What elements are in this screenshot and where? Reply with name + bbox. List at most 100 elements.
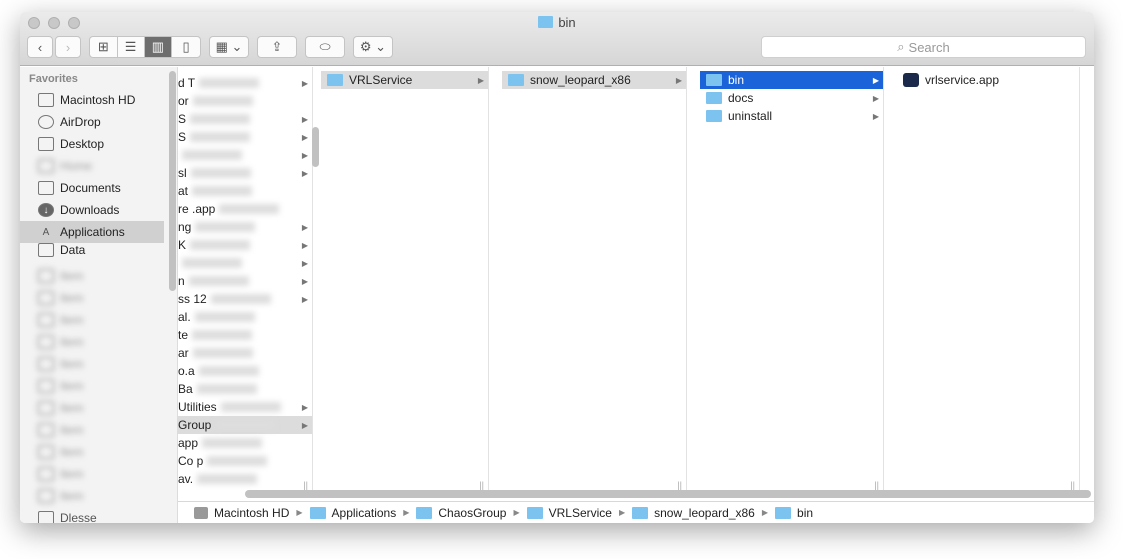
folder-icon bbox=[38, 423, 54, 437]
path-item[interactable]: ChaosGroup bbox=[416, 506, 506, 520]
disclosure-arrow-icon: ▶ bbox=[675, 75, 682, 85]
column-resize-handle[interactable]: || bbox=[677, 480, 682, 490]
column-resize-handle[interactable]: || bbox=[303, 480, 308, 490]
sidebar-item-desktop[interactable]: Desktop bbox=[20, 133, 164, 155]
folder-icon bbox=[38, 243, 54, 257]
sidebar-item-macintosh-hd[interactable]: Macintosh HD bbox=[20, 89, 164, 111]
list-item[interactable]: or bbox=[178, 92, 312, 110]
sidebar-item-hidden[interactable]: Item bbox=[20, 485, 164, 507]
item-name: ar bbox=[178, 346, 189, 360]
list-item[interactable]: Group ▶ bbox=[178, 416, 312, 434]
item-name: app bbox=[178, 436, 199, 450]
sidebar-scrollbar[interactable] bbox=[169, 71, 176, 291]
list-item[interactable]: sl ▶ bbox=[178, 164, 312, 182]
list-item[interactable]: ng ▶ bbox=[178, 218, 312, 236]
list-item[interactable]: d T ▶ bbox=[178, 74, 312, 92]
folder-icon bbox=[706, 110, 722, 122]
sidebar-item-data[interactable]: Data bbox=[20, 243, 164, 257]
list-item[interactable]: vrlservice.app bbox=[897, 71, 1079, 89]
column-resize-handle[interactable]: || bbox=[874, 480, 879, 490]
share-button[interactable]: ⇪ bbox=[257, 36, 297, 58]
path-item[interactable]: Applications bbox=[309, 505, 397, 520]
list-view-button[interactable]: ☰ bbox=[118, 37, 145, 57]
list-item[interactable]: re .app bbox=[178, 200, 312, 218]
list-item[interactable]: al. bbox=[178, 308, 312, 326]
sidebar-label: Home bbox=[60, 159, 93, 173]
search-input[interactable]: ⌕ Search bbox=[761, 36, 1086, 58]
redacted-text bbox=[207, 456, 268, 466]
sidebar-item-airdrop[interactable]: AirDrop bbox=[20, 111, 164, 133]
path-item[interactable]: bin bbox=[775, 506, 813, 520]
disclosure-arrow-icon: ▶ bbox=[872, 111, 879, 121]
sidebar-item-hidden[interactable]: Item bbox=[20, 353, 164, 375]
sidebar-item-hidden[interactable]: Item bbox=[20, 419, 164, 441]
list-item[interactable]: uninstall ▶ bbox=[700, 107, 883, 125]
back-button[interactable]: ‹ bbox=[27, 36, 53, 58]
tag-button[interactable]: ⬭ bbox=[305, 36, 345, 58]
redacted-text bbox=[190, 132, 251, 142]
action-gear-button[interactable]: ⚙ ⌄ bbox=[353, 36, 393, 58]
list-item[interactable]: K ▶ bbox=[178, 236, 312, 254]
sidebar-item-home[interactable]: Home bbox=[20, 155, 164, 177]
redacted-text bbox=[192, 348, 253, 358]
coverflow-view-button[interactable]: ▯ bbox=[172, 37, 200, 57]
redacted-text bbox=[192, 330, 253, 340]
path-item[interactable]: snow_leopard_x86 bbox=[632, 506, 755, 520]
disclosure-arrow-icon: ▶ bbox=[301, 150, 308, 160]
item-name: or bbox=[178, 94, 189, 108]
sidebar-item-downloads[interactable]: ↓ Downloads bbox=[20, 199, 164, 221]
list-item[interactable]: S ▶ bbox=[178, 128, 312, 146]
sidebar-item-hidden[interactable]: Item bbox=[20, 287, 164, 309]
sidebar-item-hidden[interactable]: Item bbox=[20, 265, 164, 287]
list-item[interactable]: Utilities ▶ bbox=[178, 398, 312, 416]
sidebar-item-applications[interactable]: A Applications bbox=[20, 221, 164, 243]
path-item[interactable]: Macintosh HD bbox=[194, 506, 289, 520]
column-resize-handle[interactable]: || bbox=[1070, 480, 1075, 490]
sidebar-item-documents[interactable]: Documents bbox=[20, 177, 164, 199]
list-item[interactable]: snow_leopard_x86 ▶ bbox=[502, 71, 686, 89]
sidebar-item-hidden[interactable]: Item bbox=[20, 375, 164, 397]
list-item[interactable]: S ▶ bbox=[178, 110, 312, 128]
path-item[interactable]: VRLService bbox=[526, 506, 612, 520]
column-vrlservice: snow_leopard_x86 ▶ || bbox=[502, 67, 687, 492]
list-item[interactable]: VRLService ▶ bbox=[321, 71, 488, 89]
sidebar-item-hidden[interactable]: Item bbox=[20, 309, 164, 331]
arrange-button[interactable]: ▦ ⌄ bbox=[209, 36, 249, 58]
list-item[interactable]: av. bbox=[178, 470, 312, 488]
list-item[interactable]: o.a bbox=[178, 362, 312, 380]
folder-icon bbox=[38, 445, 54, 459]
item-name: S bbox=[178, 112, 187, 126]
icon-view-button[interactable]: ⊞ bbox=[90, 37, 118, 57]
list-item[interactable]: ar bbox=[178, 344, 312, 362]
column-scrollbar[interactable] bbox=[312, 127, 319, 167]
sidebar-item-hidden[interactable]: Item bbox=[20, 331, 164, 353]
path-label: Applications bbox=[331, 505, 397, 520]
list-item[interactable]: n ▶ bbox=[178, 272, 312, 290]
sidebar-item-hidden[interactable]: Item bbox=[20, 397, 164, 419]
column-bin: vrlservice.app || bbox=[897, 67, 1080, 492]
path-label: snow_leopard_x86 bbox=[654, 505, 755, 520]
list-item[interactable]: Co p bbox=[178, 452, 312, 470]
list-item[interactable]: bin ▶ bbox=[700, 71, 883, 89]
sidebar-label: Item bbox=[60, 423, 84, 437]
horizontal-scrollbar[interactable] bbox=[245, 490, 1091, 498]
sidebar-item-last[interactable]: Dlesse bbox=[20, 507, 164, 523]
item-name: n bbox=[178, 274, 185, 288]
list-item[interactable]: docs ▶ bbox=[700, 89, 883, 107]
list-item[interactable]: ss 12 ▶ bbox=[178, 290, 312, 308]
forward-button[interactable]: › bbox=[55, 36, 81, 58]
column-resize-handle[interactable]: || bbox=[479, 480, 484, 490]
sidebar-item-hidden[interactable]: Item bbox=[20, 441, 164, 463]
sidebar-label: AirDrop bbox=[60, 115, 101, 129]
sidebar: Favorites Macintosh HD AirDrop Desktop H… bbox=[20, 67, 178, 523]
column-view-button[interactable]: ▥ bbox=[144, 37, 173, 57]
list-item[interactable]: at bbox=[178, 182, 312, 200]
redacted-text bbox=[196, 384, 257, 394]
sidebar-item-hidden[interactable]: Item bbox=[20, 463, 164, 485]
list-item[interactable]: Ba bbox=[178, 380, 312, 398]
list-item[interactable]: app bbox=[178, 434, 312, 452]
list-item[interactable]: ▶ bbox=[178, 146, 312, 164]
list-item[interactable]: te bbox=[178, 326, 312, 344]
redacted-text bbox=[197, 474, 258, 484]
list-item[interactable]: ▶ bbox=[178, 254, 312, 272]
